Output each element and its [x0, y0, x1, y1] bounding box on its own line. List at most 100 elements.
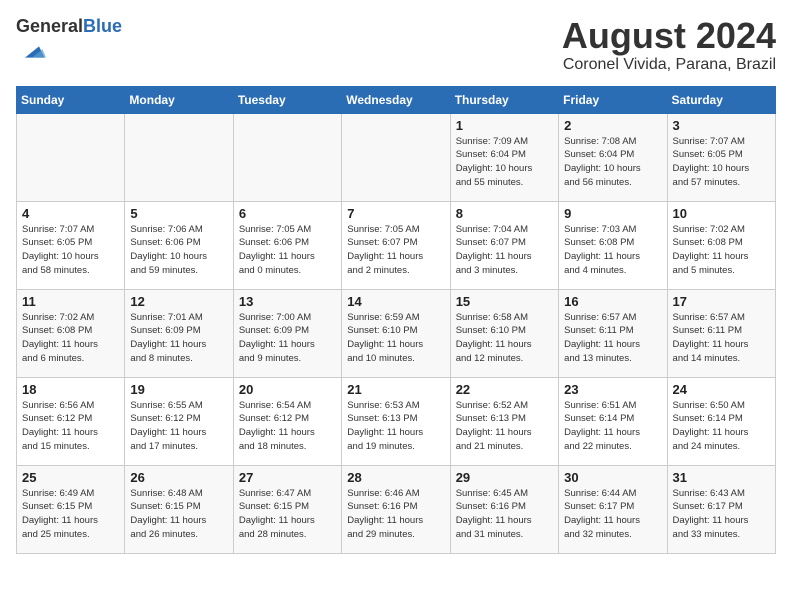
day-number: 20 — [239, 382, 336, 397]
calendar-cell: 5Sunrise: 7:06 AM Sunset: 6:06 PM Daylig… — [125, 201, 233, 289]
day-info: Sunrise: 7:05 AM Sunset: 6:07 PM Dayligh… — [347, 223, 444, 278]
header-friday: Friday — [559, 86, 667, 113]
day-info: Sunrise: 6:53 AM Sunset: 6:13 PM Dayligh… — [347, 399, 444, 454]
calendar-cell: 13Sunrise: 7:00 AM Sunset: 6:09 PM Dayli… — [233, 289, 341, 377]
week-row-2: 4 Sunrise: 7:07 AM Sunset: 6:05 PM Daylig… — [17, 201, 776, 289]
day-info: Sunrise: 6:59 AM Sunset: 6:10 PM Dayligh… — [347, 311, 444, 366]
calendar-cell: 23 Sunrise: 6:51 AM Sunset: 6:14 PM Dayli… — [559, 377, 667, 465]
day-number: 21 — [347, 382, 444, 397]
calendar-cell: 17 Sunrise: 6:57 AM Sunset: 6:11 PM Dayli… — [667, 289, 775, 377]
day-number: 27 — [239, 470, 336, 485]
calendar-cell: 26 Sunrise: 6:48 AM Sunset: 6:15 PM Dayli… — [125, 465, 233, 553]
calendar-cell: 3 Sunrise: 7:07 AM Sunset: 6:05 PM Daylig… — [667, 113, 775, 201]
day-number: 31 — [673, 470, 770, 485]
calendar-cell: 22 Sunrise: 6:52 AM Sunset: 6:13 PM Dayli… — [450, 377, 558, 465]
day-number: 13 — [239, 294, 336, 309]
calendar-cell: 1 Sunrise: 7:09 AM Sunset: 6:04 PM Daylig… — [450, 113, 558, 201]
day-number: 12 — [130, 294, 227, 309]
day-number: 28 — [347, 470, 444, 485]
day-info: Sunrise: 7:01 AM Sunset: 6:09 PM Dayligh… — [130, 311, 227, 366]
calendar-cell — [342, 113, 450, 201]
day-info: Sunrise: 6:57 AM Sunset: 6:11 PM Dayligh… — [673, 311, 770, 366]
day-info: Sunrise: 7:04 AM Sunset: 6:07 PM Dayligh… — [456, 223, 553, 278]
logo: GeneralBlue — [16, 16, 122, 71]
calendar-cell: 9 Sunrise: 7:03 AM Sunset: 6:08 PM Daylig… — [559, 201, 667, 289]
calendar-cell: 24 Sunrise: 6:50 AM Sunset: 6:14 PM Dayli… — [667, 377, 775, 465]
day-number: 3 — [673, 118, 770, 133]
page-header: GeneralBlue August 2024 Coronel Vivida, … — [16, 16, 776, 74]
day-info: Sunrise: 7:07 AM Sunset: 6:05 PM Dayligh… — [673, 135, 770, 190]
day-info: Sunrise: 6:49 AM Sunset: 6:15 PM Dayligh… — [22, 487, 119, 542]
calendar-cell: 4 Sunrise: 7:07 AM Sunset: 6:05 PM Daylig… — [17, 201, 125, 289]
day-number: 11 — [22, 294, 119, 309]
calendar-cell: 8 Sunrise: 7:04 AM Sunset: 6:07 PM Daylig… — [450, 201, 558, 289]
calendar-cell: 21 Sunrise: 6:53 AM Sunset: 6:13 PM Dayli… — [342, 377, 450, 465]
day-number: 18 — [22, 382, 119, 397]
day-number: 26 — [130, 470, 227, 485]
header-sunday: Sunday — [17, 86, 125, 113]
day-info: Sunrise: 6:46 AM Sunset: 6:16 PM Dayligh… — [347, 487, 444, 542]
calendar-cell: 30 Sunrise: 6:44 AM Sunset: 6:17 PM Dayli… — [559, 465, 667, 553]
day-info: Sunrise: 7:09 AM Sunset: 6:04 PM Dayligh… — [456, 135, 553, 190]
calendar-cell: 11 Sunrise: 7:02 AM Sunset: 6:08 PM Dayli… — [17, 289, 125, 377]
day-number: 2 — [564, 118, 661, 133]
logo-icon — [18, 38, 46, 66]
day-number: 16 — [564, 294, 661, 309]
day-number: 24 — [673, 382, 770, 397]
day-number: 25 — [22, 470, 119, 485]
day-info: Sunrise: 7:08 AM Sunset: 6:04 PM Dayligh… — [564, 135, 661, 190]
day-number: 29 — [456, 470, 553, 485]
week-row-3: 11 Sunrise: 7:02 AM Sunset: 6:08 PM Dayli… — [17, 289, 776, 377]
day-number: 6 — [239, 206, 336, 221]
calendar-cell: 19Sunrise: 6:55 AM Sunset: 6:12 PM Dayli… — [125, 377, 233, 465]
week-row-1: 1 Sunrise: 7:09 AM Sunset: 6:04 PM Daylig… — [17, 113, 776, 201]
calendar-cell: 31 Sunrise: 6:43 AM Sunset: 6:17 PM Dayli… — [667, 465, 775, 553]
day-number: 8 — [456, 206, 553, 221]
day-number: 22 — [456, 382, 553, 397]
week-row-5: 25 Sunrise: 6:49 AM Sunset: 6:15 PM Dayli… — [17, 465, 776, 553]
day-number: 14 — [347, 294, 444, 309]
day-info: Sunrise: 6:57 AM Sunset: 6:11 PM Dayligh… — [564, 311, 661, 366]
day-info: Sunrise: 6:44 AM Sunset: 6:17 PM Dayligh… — [564, 487, 661, 542]
calendar-cell: 12 Sunrise: 7:01 AM Sunset: 6:09 PM Dayli… — [125, 289, 233, 377]
calendar-cell: 25 Sunrise: 6:49 AM Sunset: 6:15 PM Dayli… — [17, 465, 125, 553]
day-number: 23 — [564, 382, 661, 397]
day-info: Sunrise: 6:51 AM Sunset: 6:14 PM Dayligh… — [564, 399, 661, 454]
calendar-cell: 27 Sunrise: 6:47 AM Sunset: 6:15 PM Dayli… — [233, 465, 341, 553]
calendar-table: SundayMondayTuesdayWednesdayThursdayFrid… — [16, 86, 776, 554]
day-info: Sunrise: 6:43 AM Sunset: 6:17 PM Dayligh… — [673, 487, 770, 542]
day-number: 5 — [130, 206, 227, 221]
day-number: 17 — [673, 294, 770, 309]
day-info: Sunrise: 6:52 AM Sunset: 6:13 PM Dayligh… — [456, 399, 553, 454]
calendar-cell: 29Sunrise: 6:45 AM Sunset: 6:16 PM Dayli… — [450, 465, 558, 553]
calendar-cell — [125, 113, 233, 201]
logo-blue: Blue — [83, 16, 122, 36]
day-info: Sunrise: 6:47 AM Sunset: 6:15 PM Dayligh… — [239, 487, 336, 542]
calendar-cell: 28 Sunrise: 6:46 AM Sunset: 6:16 PM Dayli… — [342, 465, 450, 553]
calendar-cell: 14 Sunrise: 6:59 AM Sunset: 6:10 PM Dayli… — [342, 289, 450, 377]
day-info: Sunrise: 7:07 AM Sunset: 6:05 PM Dayligh… — [22, 223, 119, 278]
day-number: 19 — [130, 382, 227, 397]
day-number: 9 — [564, 206, 661, 221]
logo-general: General — [16, 16, 83, 36]
location: Coronel Vivida, Parana, Brazil — [562, 56, 776, 74]
header-row: SundayMondayTuesdayWednesdayThursdayFrid… — [17, 86, 776, 113]
day-info: Sunrise: 7:02 AM Sunset: 6:08 PM Dayligh… — [673, 223, 770, 278]
day-info: Sunrise: 6:48 AM Sunset: 6:15 PM Dayligh… — [130, 487, 227, 542]
day-info: Sunrise: 6:56 AM Sunset: 6:12 PM Dayligh… — [22, 399, 119, 454]
calendar-cell: 16 Sunrise: 6:57 AM Sunset: 6:11 PM Dayli… — [559, 289, 667, 377]
day-number: 4 — [22, 206, 119, 221]
day-info: Sunrise: 6:50 AM Sunset: 6:14 PM Dayligh… — [673, 399, 770, 454]
day-info: Sunrise: 6:54 AM Sunset: 6:12 PM Dayligh… — [239, 399, 336, 454]
day-number: 7 — [347, 206, 444, 221]
calendar-cell: 10Sunrise: 7:02 AM Sunset: 6:08 PM Dayli… — [667, 201, 775, 289]
day-number: 1 — [456, 118, 553, 133]
day-info: Sunrise: 7:02 AM Sunset: 6:08 PM Dayligh… — [22, 311, 119, 366]
day-info: Sunrise: 7:05 AM Sunset: 6:06 PM Dayligh… — [239, 223, 336, 278]
day-info: Sunrise: 7:03 AM Sunset: 6:08 PM Dayligh… — [564, 223, 661, 278]
calendar-cell — [17, 113, 125, 201]
day-number: 30 — [564, 470, 661, 485]
title-block: August 2024 Coronel Vivida, Parana, Braz… — [562, 16, 776, 74]
calendar-cell: 15Sunrise: 6:58 AM Sunset: 6:10 PM Dayli… — [450, 289, 558, 377]
header-thursday: Thursday — [450, 86, 558, 113]
